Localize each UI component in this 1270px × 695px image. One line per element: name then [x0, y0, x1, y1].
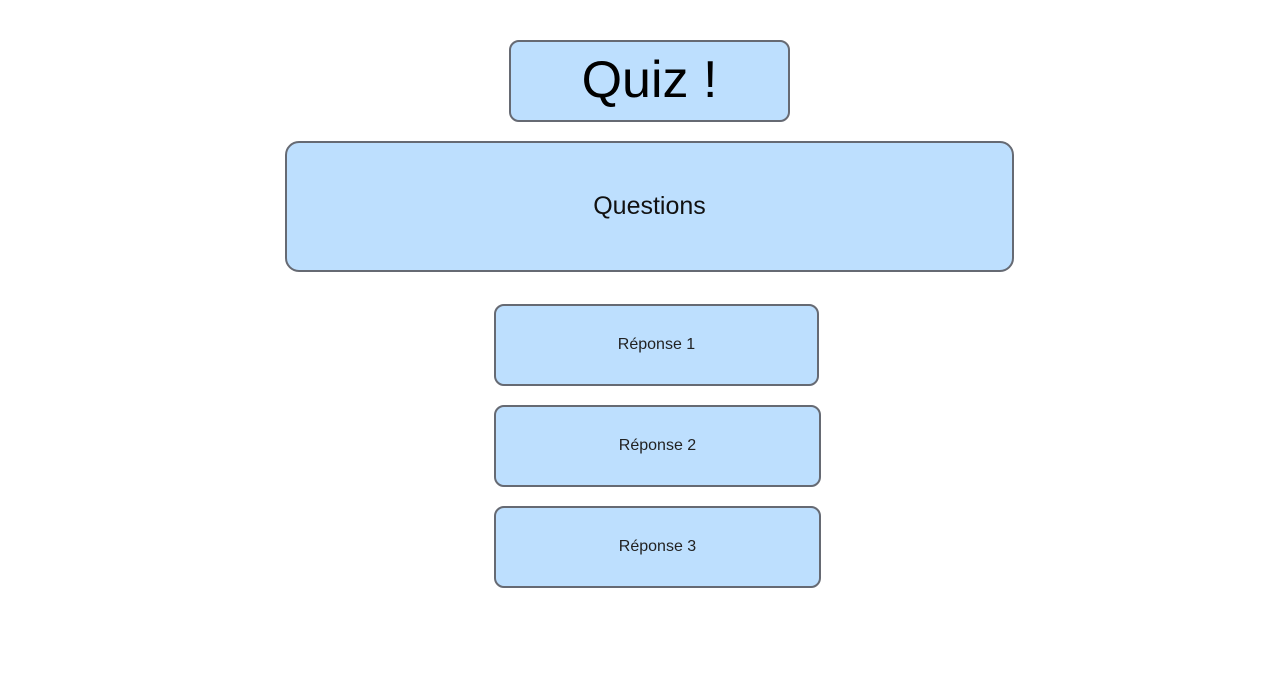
question-box: Questions	[285, 141, 1014, 272]
quiz-title: Quiz !	[581, 51, 718, 109]
answer-button-1[interactable]: Réponse 1	[494, 304, 819, 386]
question-text: Questions	[593, 192, 706, 220]
answer-button-3[interactable]: Réponse 3	[494, 506, 821, 588]
quiz-title-box: Quiz !	[509, 40, 790, 122]
answer-label-2: Réponse 2	[618, 437, 697, 454]
quiz-canvas: Quiz ! Questions Réponse 1 Réponse 2 Rép…	[0, 0, 1270, 695]
answer-button-2[interactable]: Réponse 2	[494, 405, 821, 487]
answer-label-3: Réponse 3	[618, 538, 697, 555]
answer-label-1: Réponse 1	[617, 336, 696, 353]
